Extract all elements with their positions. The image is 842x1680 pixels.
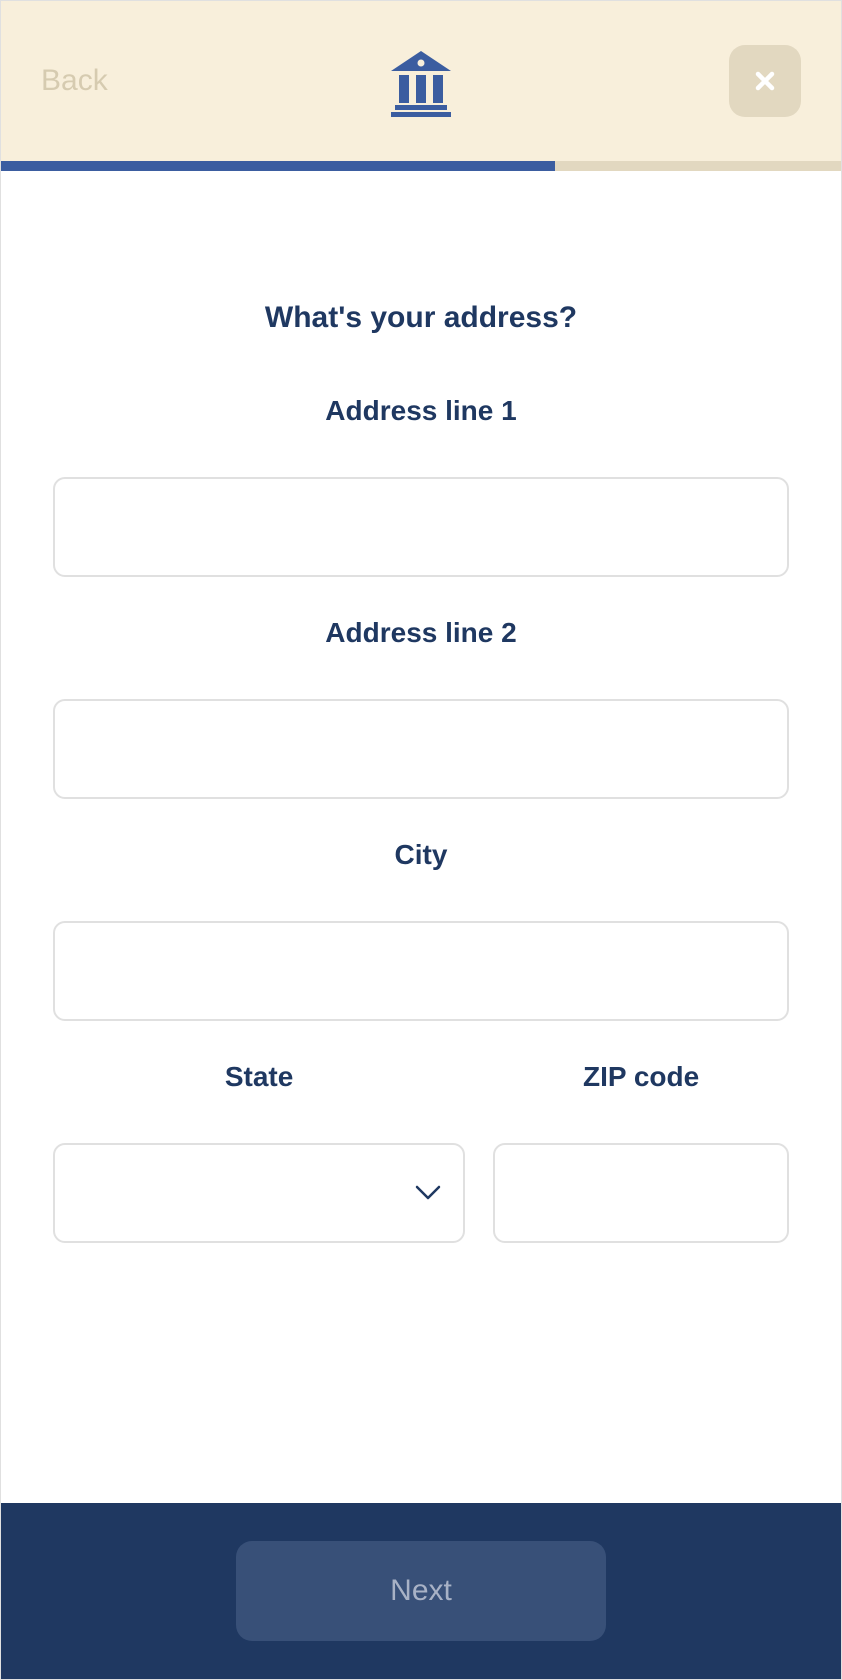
header: Back: [1, 1, 841, 161]
next-button[interactable]: Next: [236, 1541, 606, 1641]
address2-label: Address line 2: [53, 617, 789, 649]
progress-bar: [1, 161, 841, 171]
page-title: What's your address?: [53, 301, 789, 335]
close-button[interactable]: [729, 45, 801, 117]
address1-input[interactable]: [53, 477, 789, 577]
address1-label: Address line 1: [53, 395, 789, 427]
bank-icon: [381, 41, 461, 126]
zip-label: ZIP code: [493, 1061, 789, 1093]
back-button[interactable]: Back: [41, 64, 108, 98]
city-input[interactable]: [53, 921, 789, 1021]
footer: Next: [1, 1503, 841, 1679]
progress-fill: [1, 161, 555, 171]
city-label: City: [53, 839, 789, 871]
close-icon: [754, 70, 776, 92]
zip-input[interactable]: [493, 1143, 789, 1243]
address2-input[interactable]: [53, 699, 789, 799]
form-content: What's your address? Address line 1 Addr…: [1, 171, 841, 1503]
state-label: State: [53, 1061, 465, 1093]
state-select[interactable]: [53, 1143, 465, 1243]
